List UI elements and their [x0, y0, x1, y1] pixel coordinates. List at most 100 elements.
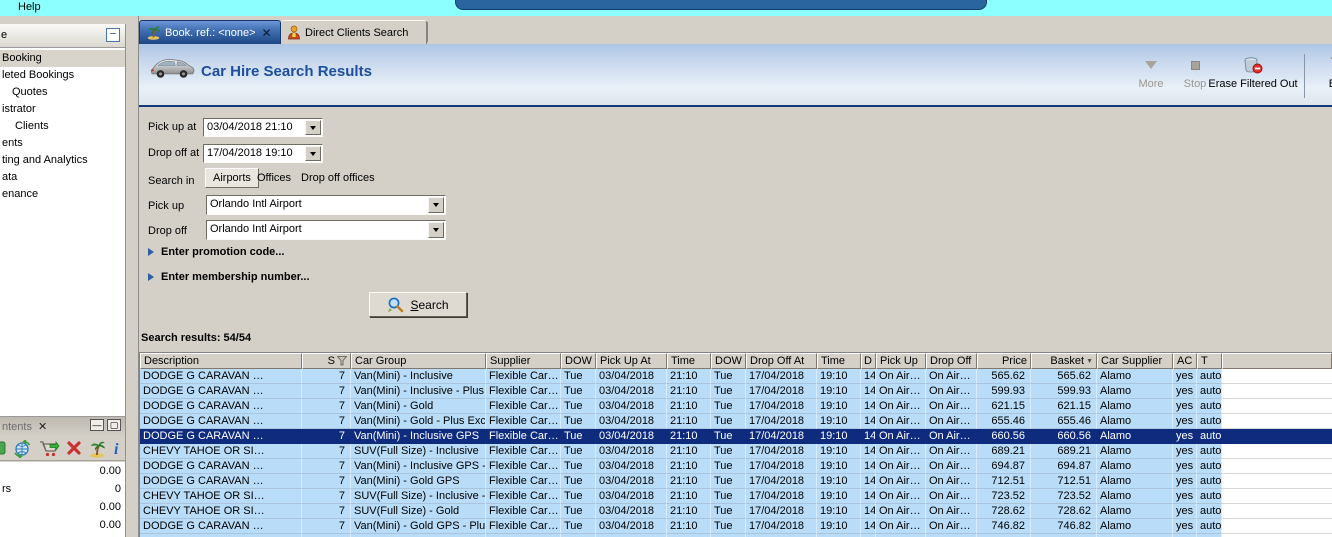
- cell: Tue: [561, 399, 596, 414]
- sidebar-item[interactable]: Clients: [0, 118, 125, 135]
- delete-icon[interactable]: [66, 440, 82, 456]
- column-header-s[interactable]: S: [302, 353, 351, 369]
- panel-tab-contents[interactable]: ntents: [2, 421, 32, 433]
- close-icon[interactable]: ✕: [38, 420, 47, 433]
- result-row[interactable]: DODGE G CARAVAN … 7 Van(Mini) - Inclusive …: [140, 429, 1332, 444]
- column-header-time[interactable]: Time: [667, 353, 711, 369]
- result-row[interactable]: DODGE G CARAVAN … 7 Van(Mini) - Inclusive …: [140, 384, 1332, 399]
- sidebar-item[interactable]: leted Bookings: [0, 67, 125, 84]
- pickup-at-field[interactable]: 03/04/2018 21:10: [203, 118, 323, 137]
- cell: On Air…: [926, 384, 977, 399]
- basket-button[interactable]: Bask: [1311, 56, 1332, 90]
- column-header-dow[interactable]: DOW: [711, 353, 746, 369]
- dropoff-label: Drop off: [148, 225, 187, 237]
- cell: DODGE G CARAVAN …: [140, 519, 302, 534]
- chevron-down-icon[interactable]: [428, 197, 444, 213]
- tab-booking-ref[interactable]: Book. ref.: <none> ✕: [139, 20, 281, 44]
- cell: 19:10: [817, 519, 861, 534]
- cell: Tue: [711, 519, 746, 534]
- cell: 03/04/2018: [596, 519, 667, 534]
- chevron-down-icon[interactable]: [305, 120, 321, 135]
- collapse-icon[interactable]: −: [106, 28, 120, 42]
- search-in-offices[interactable]: Offices: [257, 172, 291, 184]
- sidebar-item[interactable]: istrator: [0, 101, 125, 118]
- dropoff-combobox[interactable]: Orlando Intl Airport: [206, 220, 446, 240]
- chevron-down-icon[interactable]: [428, 222, 444, 238]
- column-header-t[interactable]: T: [1197, 353, 1222, 369]
- column-header-drop-off[interactable]: Drop Off: [926, 353, 977, 369]
- cell: On Air…: [926, 519, 977, 534]
- sidebar-item[interactable]: ents: [0, 135, 125, 152]
- column-header-basket[interactable]: Basket ▼: [1031, 353, 1097, 369]
- column-header-description[interactable]: Description: [140, 353, 302, 369]
- cell: Tue: [711, 369, 746, 384]
- cell: On Air…: [876, 429, 926, 444]
- search-in-dropoff-offices[interactable]: Drop off offices: [301, 172, 375, 184]
- more-button[interactable]: More: [1129, 56, 1173, 90]
- cell: auto: [1197, 504, 1222, 519]
- result-row[interactable]: CHEVY TAHOE OR SI… 7 SUV(Full Size) - Incl…: [140, 489, 1332, 504]
- column-header-ac[interactable]: AC: [1173, 353, 1197, 369]
- result-row[interactable]: DODGE G CARAVAN … 7 Van(Mini) - Inclusive F…: [140, 369, 1332, 384]
- column-header-d[interactable]: D: [861, 353, 876, 369]
- cell: Tue: [561, 384, 596, 399]
- cell: 17/04/2018: [746, 429, 817, 444]
- membership-number-expander[interactable]: Enter membership number...: [161, 271, 310, 283]
- cell: Tue: [711, 459, 746, 474]
- palm-tree-icon[interactable]: [88, 440, 106, 458]
- info-icon[interactable]: i: [113, 440, 123, 457]
- minimize-icon[interactable]: —: [90, 419, 104, 431]
- cell: Tue: [711, 474, 746, 489]
- chevron-down-icon[interactable]: [305, 146, 321, 161]
- column-header-pick-up[interactable]: Pick Up: [876, 353, 926, 369]
- column-header-dow[interactable]: DOW: [561, 353, 596, 369]
- tab-direct-clients-search[interactable]: Direct Clients Search: [281, 20, 427, 44]
- result-row[interactable]: DODGE G CARAVAN … 7 Van(Mini) - Gold - Plu…: [140, 414, 1332, 429]
- cell: 7: [302, 444, 351, 459]
- maximize-icon[interactable]: ▢: [107, 419, 121, 431]
- expander-arrow-icon[interactable]: [148, 248, 154, 256]
- result-row[interactable]: DODGE G CARAVAN … 7 Van(Mini) - Inclusive …: [140, 459, 1332, 474]
- cell: SUV(Full Size) - Gold: [351, 504, 486, 519]
- cell: 21:10: [667, 429, 711, 444]
- result-row[interactable]: CHEVY TAHOE OR SI… 7 SUV(Full Size) - Gold…: [140, 504, 1332, 519]
- dropoff-at-field[interactable]: 17/04/2018 19:10: [203, 144, 323, 163]
- column-header-drop-off-at[interactable]: Drop Off At: [746, 353, 817, 369]
- result-row[interactable]: DODGE G CARAVAN … 7 Van(Mini) - Gold GPS Fl…: [140, 474, 1332, 489]
- sidebar-item[interactable]: ting and Analytics: [0, 152, 125, 169]
- search-in-airports[interactable]: Airports: [205, 168, 259, 188]
- result-row[interactable]: CHEVY TAHOE OR SI… 7 SUV(Full Size) - Incl…: [140, 444, 1332, 459]
- close-icon[interactable]: ✕: [262, 26, 272, 40]
- cell: auto: [1197, 369, 1222, 384]
- column-header-car-group[interactable]: Car Group: [351, 353, 486, 369]
- promotion-code-expander[interactable]: Enter promotion code...: [161, 246, 284, 258]
- erase-filtered-out-button[interactable]: Erase Filtered Out: [1205, 56, 1301, 90]
- cell: Tue: [561, 429, 596, 444]
- refresh-globe-icon[interactable]: [13, 440, 32, 458]
- sidebar-item[interactable]: Booking: [0, 50, 125, 67]
- sidebar-item[interactable]: Quotes: [0, 84, 125, 101]
- cell: 19:10: [817, 369, 861, 384]
- column-header-time[interactable]: Time: [817, 353, 861, 369]
- column-header-car-supplier[interactable]: Car Supplier: [1097, 353, 1173, 369]
- cell: 19:10: [817, 384, 861, 399]
- cell: 723.52: [1031, 489, 1097, 504]
- more-icon: [1129, 56, 1173, 74]
- menu-help[interactable]: Help: [18, 1, 41, 13]
- sidebar-item[interactable]: ata: [0, 169, 125, 186]
- search-button[interactable]: Search: [369, 292, 467, 317]
- expander-arrow-icon[interactable]: [148, 273, 154, 281]
- result-row[interactable]: DODGE G CARAVAN … 7 Van(Mini) - Gold Flexib…: [140, 399, 1332, 414]
- pickup-combobox[interactable]: Orlando Intl Airport: [206, 195, 446, 215]
- column-header-pick-up-at[interactable]: Pick Up At: [596, 353, 667, 369]
- clipped-icon[interactable]: [0, 440, 6, 456]
- sidebar-item[interactable]: enance: [0, 186, 125, 203]
- cell: 19:10: [817, 414, 861, 429]
- result-row[interactable]: DODGE G CARAVAN … 7 Van(Mini) - Gold GPS -…: [140, 519, 1332, 534]
- column-header-supplier[interactable]: Supplier: [486, 353, 561, 369]
- column-header-price[interactable]: Price: [977, 353, 1031, 369]
- cell: auto: [1197, 384, 1222, 399]
- add-to-basket-icon[interactable]: [39, 440, 61, 458]
- cell: 17/04/2018: [746, 489, 817, 504]
- pickup-label: Pick up: [148, 200, 185, 212]
